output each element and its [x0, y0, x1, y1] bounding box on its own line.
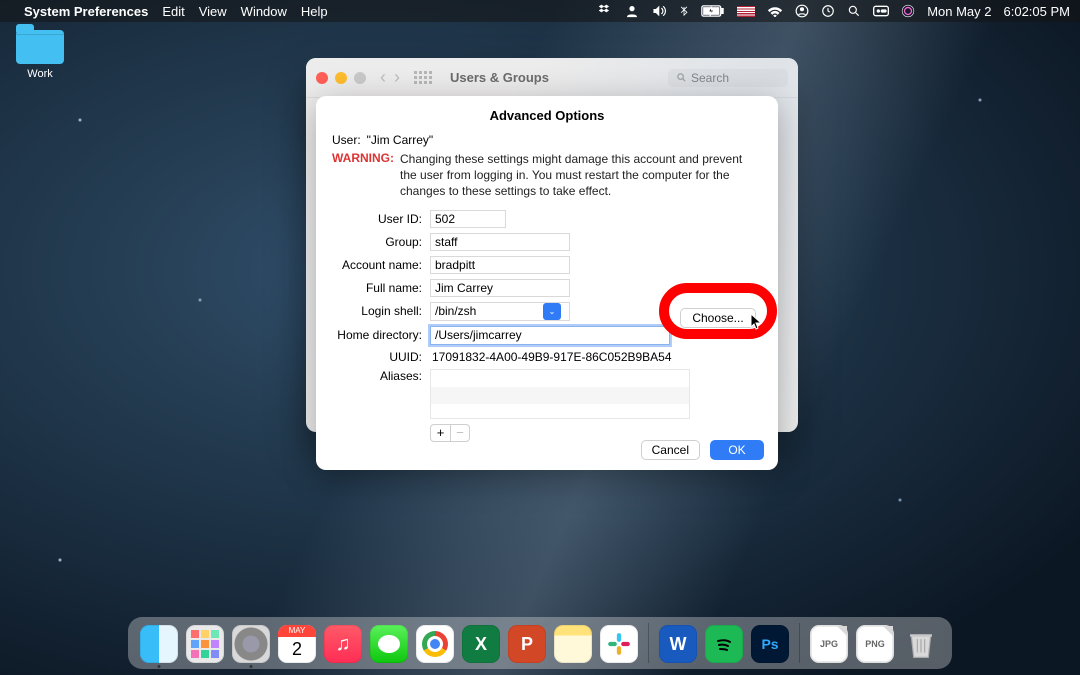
chevron-down-icon[interactable]: ⌄: [543, 303, 561, 320]
user-id-label: User ID:: [332, 212, 422, 226]
dock-photoshop[interactable]: Ps: [751, 625, 789, 663]
login-shell-select[interactable]: ⌄: [430, 302, 570, 321]
aliases-label: Aliases:: [332, 369, 422, 383]
menubar: System Preferences Edit View Window Help…: [0, 0, 1080, 22]
advanced-options-sheet: Advanced Options User: "Jim Carrey" WARN…: [316, 96, 778, 470]
toolbar-search[interactable]: [668, 69, 788, 87]
dock-trash[interactable]: [902, 625, 940, 663]
dock-excel[interactable]: X: [462, 625, 500, 663]
user-label: User:: [332, 133, 361, 147]
folder-icon: [16, 30, 64, 64]
dock-chrome[interactable]: [416, 625, 454, 663]
show-all-icon[interactable]: [414, 71, 432, 84]
home-directory-input[interactable]: [430, 326, 670, 345]
uuid-label: UUID:: [332, 350, 422, 364]
user-icon[interactable]: [625, 4, 639, 18]
aliases-list[interactable]: [430, 369, 690, 419]
home-dir-label: Home directory:: [332, 328, 422, 342]
menu-help[interactable]: Help: [301, 4, 328, 19]
dock-spotify[interactable]: [705, 625, 743, 663]
full-name-label: Full name:: [332, 281, 422, 295]
warning-label: WARNING:: [332, 151, 394, 200]
dock-separator: [799, 623, 800, 663]
desktop-folder-work[interactable]: Work: [16, 30, 64, 80]
warning-text: Changing these settings might damage thi…: [400, 151, 762, 200]
desktop-folder-label: Work: [16, 68, 64, 80]
sheet-title: Advanced Options: [316, 96, 778, 123]
dock-file-png[interactable]: PNG: [856, 625, 894, 663]
window-title: Users & Groups: [450, 70, 549, 85]
dock-file-jpg[interactable]: JPG: [810, 625, 848, 663]
dock-slack[interactable]: [600, 625, 638, 663]
back-button[interactable]: ‹: [380, 67, 386, 88]
full-name-input[interactable]: [430, 279, 570, 297]
dock-messages[interactable]: [370, 625, 408, 663]
user-value: "Jim Carrey": [367, 133, 434, 147]
login-shell-label: Login shell:: [332, 304, 422, 318]
bluetooth-icon[interactable]: [679, 4, 689, 18]
dock-music[interactable]: ♫: [324, 625, 362, 663]
dock-word[interactable]: W: [659, 625, 697, 663]
wifi-icon[interactable]: [767, 5, 783, 17]
app-name-menu[interactable]: System Preferences: [24, 4, 148, 19]
dock-system-preferences[interactable]: [232, 625, 270, 663]
group-input[interactable]: [430, 233, 570, 251]
menu-window[interactable]: Window: [241, 4, 287, 19]
zoom-window-button[interactable]: [354, 72, 366, 84]
minimize-window-button[interactable]: [335, 72, 347, 84]
dock-finder[interactable]: [140, 625, 178, 663]
calendar-month: MAY: [278, 625, 316, 637]
dock-separator: [648, 623, 649, 663]
battery-icon[interactable]: [701, 5, 725, 17]
control-center-icon[interactable]: [873, 5, 889, 17]
calendar-day: 2: [278, 637, 316, 661]
login-shell-value[interactable]: [431, 303, 543, 320]
choose-home-directory-button[interactable]: Choose...: [680, 308, 756, 328]
remove-alias-button[interactable]: −: [450, 424, 470, 442]
siri-icon[interactable]: [901, 4, 915, 18]
forward-button[interactable]: ›: [394, 67, 400, 88]
menu-view[interactable]: View: [199, 4, 227, 19]
close-window-button[interactable]: [316, 72, 328, 84]
window-toolbar: ‹ › Users & Groups: [306, 58, 798, 98]
ok-button[interactable]: OK: [710, 440, 764, 460]
menubar-time[interactable]: 6:02:05 PM: [1004, 4, 1071, 19]
cancel-button[interactable]: Cancel: [641, 440, 700, 460]
menu-edit[interactable]: Edit: [162, 4, 184, 19]
dock: MAY2 ♫ X P W Ps JPG PNG: [128, 617, 952, 669]
clock-icon[interactable]: [821, 4, 835, 18]
flag-icon[interactable]: [737, 6, 755, 17]
dock-powerpoint[interactable]: P: [508, 625, 546, 663]
group-label: Group:: [332, 235, 422, 249]
dock-launchpad[interactable]: [186, 625, 224, 663]
user-id-input[interactable]: [430, 210, 506, 228]
dropbox-icon[interactable]: [599, 4, 613, 18]
account-name-label: Account name:: [332, 258, 422, 272]
volume-icon[interactable]: [651, 4, 667, 18]
account-name-input[interactable]: [430, 256, 570, 274]
menubar-date[interactable]: Mon May 2: [927, 4, 991, 19]
spotlight-icon[interactable]: [847, 4, 861, 18]
uuid-value: 17091832-4A00-49B9-917E-86C052B9BA54: [430, 350, 672, 364]
dock-notes[interactable]: [554, 625, 592, 663]
search-input[interactable]: [691, 71, 761, 85]
account-circle-icon[interactable]: [795, 4, 809, 18]
add-alias-button[interactable]: +: [430, 424, 450, 442]
dock-calendar[interactable]: MAY2: [278, 625, 316, 663]
